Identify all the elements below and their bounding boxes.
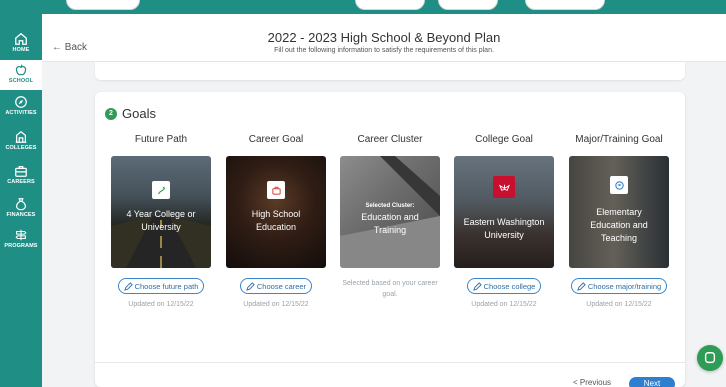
page-subtitle: Fill out the following information to sa… xyxy=(274,47,494,54)
building-icon xyxy=(15,130,27,143)
path-icon xyxy=(152,181,170,199)
button-label: Choose college xyxy=(483,281,536,291)
column-heading: Career Goal xyxy=(248,134,304,145)
top-tab[interactable] xyxy=(438,0,498,10)
career-cluster-value: Education and Training xyxy=(361,212,419,235)
previous-section-card xyxy=(95,62,685,80)
future-path-value: 4 Year College or University xyxy=(126,209,196,232)
home-icon xyxy=(15,32,27,45)
nav-label: COLLEGES xyxy=(5,145,37,151)
choose-major-training-button[interactable]: Choose major/training xyxy=(570,278,668,294)
briefcase-icon xyxy=(267,181,285,199)
nav-label: SCHOOL xyxy=(8,78,34,84)
graduation-icon xyxy=(610,176,628,194)
page-title: 2022 - 2023 High School & Beyond Plan xyxy=(267,30,501,45)
button-label: Choose major/training xyxy=(587,281,662,291)
major-goal-tile[interactable]: Elementary Education and Teaching xyxy=(569,156,669,268)
cluster-note: Selected based on your career goal. xyxy=(342,280,438,298)
top-tab[interactable] xyxy=(525,0,605,10)
nav-label: PROGRAMS xyxy=(4,243,38,249)
money-bag-icon xyxy=(16,198,26,211)
future-path-tile[interactable]: 4 Year College or University xyxy=(111,156,211,268)
chat-icon xyxy=(704,352,716,364)
column-heading: Career Cluster xyxy=(357,134,423,145)
step-badge: 2 xyxy=(105,107,117,120)
nav-finances[interactable]: FINANCES xyxy=(0,197,42,225)
college-goal-tile[interactable]: Eastern Washington University xyxy=(454,156,554,268)
eagle-logo-icon xyxy=(493,176,515,198)
career-goal-tile[interactable]: High School Education xyxy=(226,156,326,268)
nav-school[interactable]: SCHOOL xyxy=(0,60,42,90)
career-cluster-text: Selected Cluster: Education and Training xyxy=(346,202,434,237)
nav-careers[interactable]: CAREERS xyxy=(0,164,42,192)
nav-label: CAREERS xyxy=(7,179,35,185)
career-goal-value: High School Education xyxy=(251,209,301,232)
top-tab[interactable] xyxy=(355,0,425,10)
future-path-column: Future Path 4 Year College or University… xyxy=(111,134,211,308)
pencil-icon xyxy=(246,281,255,291)
nav-label: HOME xyxy=(12,47,30,53)
goals-card: 2 Goals Future Path 4 Year College or Un… xyxy=(95,92,685,387)
updated-text: Updated on 12/15/22 xyxy=(128,300,194,308)
pencil-icon xyxy=(577,281,586,291)
nav-programs[interactable]: PROGRAMS xyxy=(0,228,42,256)
help-chat-button[interactable] xyxy=(697,345,723,371)
pencil-icon xyxy=(123,281,133,291)
updated-text: Updated on 12/15/22 xyxy=(471,300,537,308)
button-label: Choose future path xyxy=(134,281,199,291)
choose-future-path-button[interactable]: Choose future path xyxy=(117,278,205,294)
career-goal-column: Career Goal High School Education Choose… xyxy=(226,134,326,308)
major-goal-value: Elementary Education and Teaching xyxy=(590,207,648,243)
left-nav: HOME SCHOOL ACTIVITIES COLLEGES CAREERS … xyxy=(0,0,42,387)
divider xyxy=(95,362,685,363)
column-heading: Future Path xyxy=(134,134,188,145)
major-goal-column: Major/Training Goal Elementary Education… xyxy=(569,134,669,308)
top-tab[interactable] xyxy=(66,0,140,10)
briefcase-icon xyxy=(15,166,27,177)
signpost-icon xyxy=(15,229,27,241)
column-heading: College Goal xyxy=(475,134,533,145)
nav-label: ACTIVITIES xyxy=(5,110,37,116)
tile-shade xyxy=(454,156,554,268)
updated-text: Updated on 12/15/22 xyxy=(586,300,652,308)
career-cluster-tile: Selected Cluster: Education and Training xyxy=(340,156,440,268)
previous-button[interactable]: < Previous xyxy=(573,378,611,387)
choose-career-button[interactable]: Choose career xyxy=(239,278,313,294)
nav-colleges[interactable]: COLLEGES xyxy=(0,130,42,158)
goals-header: 2 Goals xyxy=(105,106,156,121)
top-bar xyxy=(0,0,726,14)
next-button[interactable]: Next xyxy=(629,377,675,387)
career-cluster-column: Career Cluster Selected Cluster: Educati… xyxy=(340,134,440,300)
column-heading: Major/Training Goal xyxy=(575,134,663,145)
choose-college-button[interactable]: Choose college xyxy=(466,278,542,294)
apple-icon xyxy=(15,64,27,76)
pencil-icon xyxy=(472,281,482,291)
nav-label: FINANCES xyxy=(6,212,36,218)
compass-icon xyxy=(15,96,27,108)
nav-activities[interactable]: ACTIVITIES xyxy=(0,95,42,123)
selected-cluster-label: Selected Cluster: xyxy=(365,203,415,209)
page-header: ← Back 2022 - 2023 High School & Beyond … xyxy=(42,14,726,62)
goals-title: Goals xyxy=(122,106,156,121)
updated-text: Updated on 12/15/22 xyxy=(243,300,309,308)
button-label: Choose career xyxy=(256,281,307,291)
college-goal-column: College Goal Eastern Washington Universi… xyxy=(454,134,554,308)
nav-home[interactable]: HOME xyxy=(0,30,42,58)
college-goal-value: Eastern Washington University xyxy=(463,217,545,240)
